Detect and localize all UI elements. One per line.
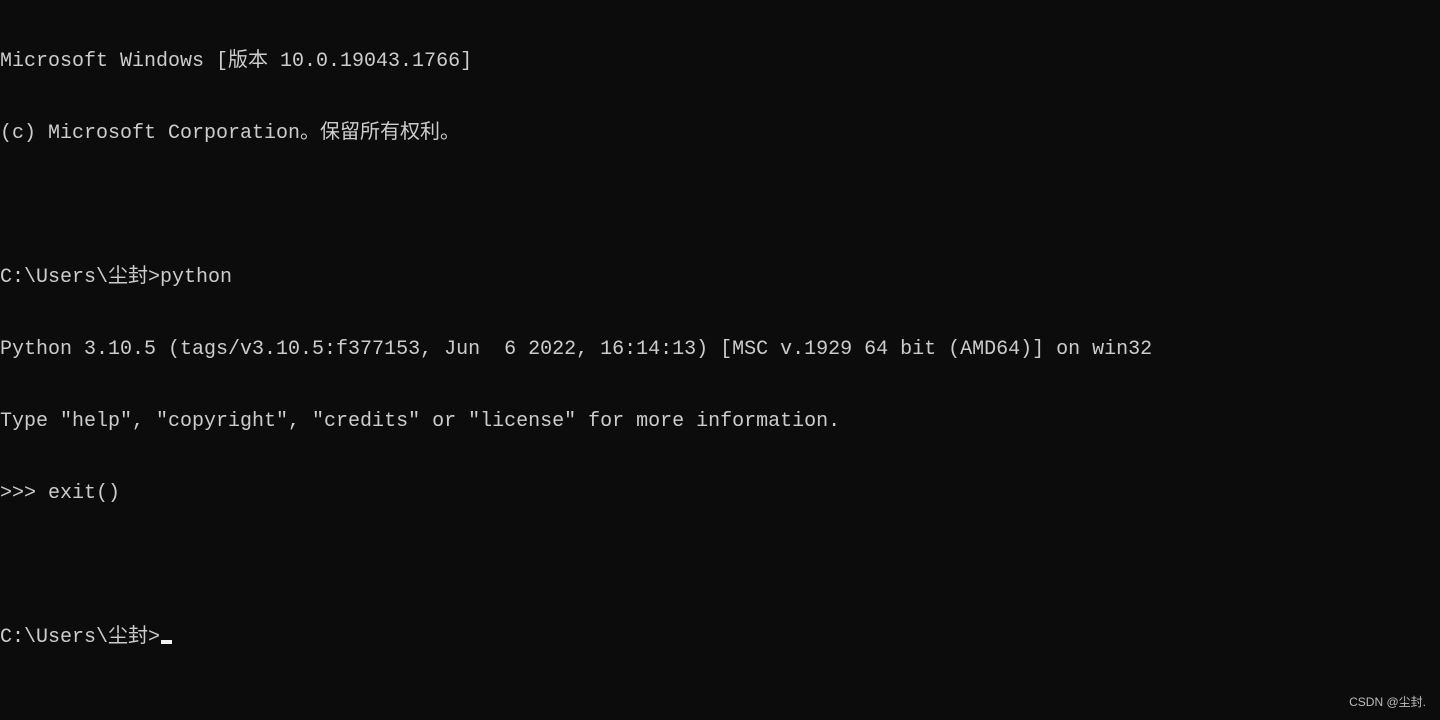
console-line: C:\Users\尘封>python <box>0 266 233 289</box>
watermark: CSDN @尘封. <box>1349 695 1426 709</box>
prompt-text: C:\Users\尘封> <box>0 626 161 649</box>
console-line: Python 3.10.5 (tags/v3.10.5:f377153, Jun… <box>0 338 1153 361</box>
terminal-output[interactable]: Microsoft Windows [版本 10.0.19043.1766] (… <box>0 2 1152 674</box>
console-line: (c) Microsoft Corporation。保留所有权利。 <box>0 122 461 145</box>
prompt-line[interactable]: C:\Users\尘封> <box>0 626 1152 650</box>
text-cursor <box>161 640 173 644</box>
console-line: Type "help", "copyright", "credits" or "… <box>0 410 841 433</box>
console-line: >>> exit() <box>0 482 121 505</box>
console-line: Microsoft Windows [版本 10.0.19043.1766] <box>0 50 473 73</box>
